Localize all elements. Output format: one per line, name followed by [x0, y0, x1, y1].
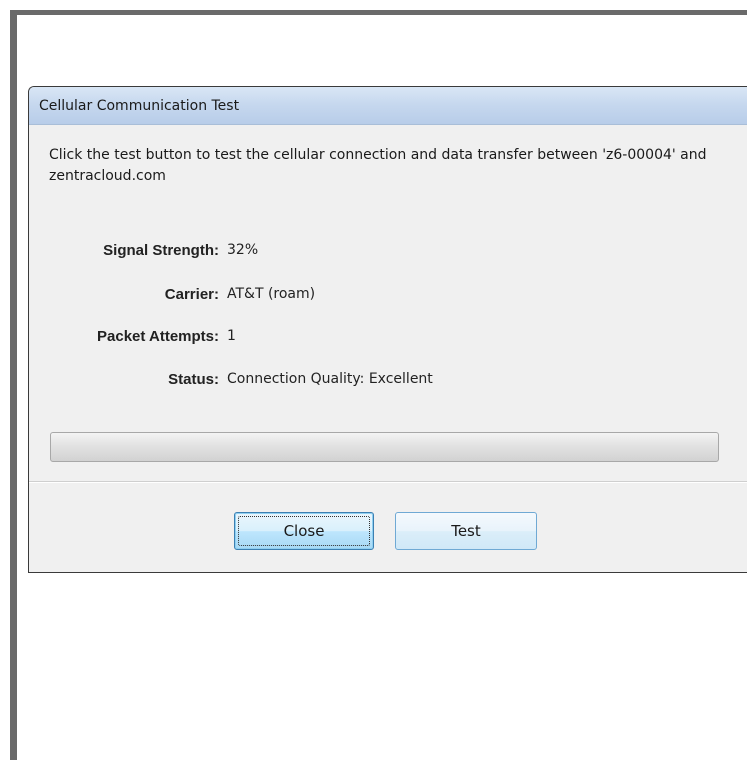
- packet-attempts-label: Packet Attempts:: [97, 327, 219, 345]
- close-button-label: Close: [283, 522, 325, 540]
- carrier-row: Carrier: AT&T (roam): [29, 283, 315, 305]
- test-button[interactable]: Test: [395, 512, 537, 550]
- status-row: Status: Connection Quality: Excellent: [29, 368, 433, 390]
- test-button-label: Test: [451, 522, 481, 540]
- packet-attempts-value: 1: [227, 328, 236, 344]
- cellular-test-dialog: Cellular Communication Test Click the te…: [28, 86, 747, 573]
- dialog-title: Cellular Communication Test: [39, 97, 240, 114]
- status-label: Status:: [168, 370, 219, 388]
- carrier-label: Carrier:: [164, 285, 219, 303]
- instructions-text: Click the test button to test the cellul…: [49, 147, 707, 184]
- signal-strength-value: 32%: [227, 242, 259, 258]
- carrier-value: AT&T (roam): [227, 286, 316, 302]
- signal-strength-label: Signal Strength:: [103, 241, 219, 259]
- signal-strength-row: Signal Strength: 32%: [29, 239, 258, 261]
- close-button[interactable]: Close: [234, 512, 374, 550]
- dialog-title-bar[interactable]: Cellular Communication Test: [29, 87, 747, 125]
- status-value: Connection Quality: Excellent: [227, 371, 433, 387]
- button-separator: [29, 481, 747, 483]
- packet-attempts-row: Packet Attempts: 1: [29, 325, 236, 347]
- test-progress-bar: [50, 432, 719, 462]
